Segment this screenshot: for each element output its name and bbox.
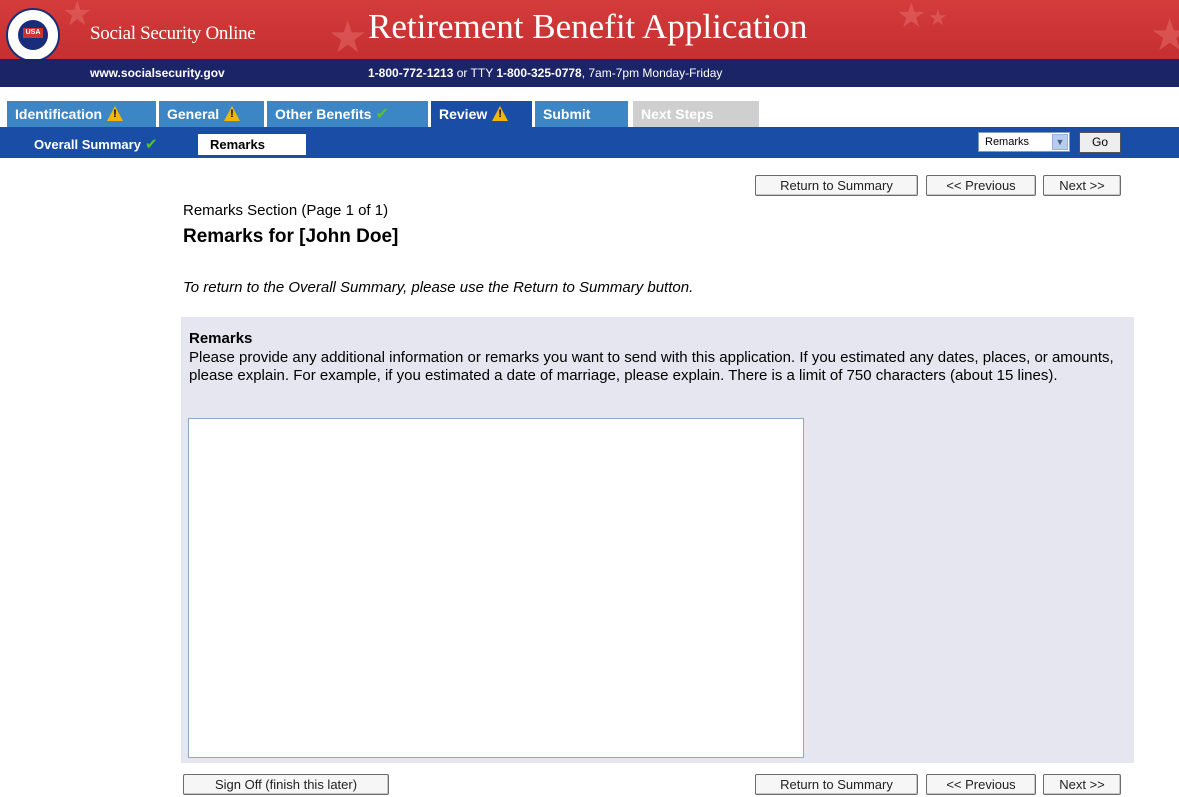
- warning-icon: [492, 106, 509, 121]
- section-page-indicator: Remarks Section (Page 1 of 1): [183, 202, 389, 219]
- warning-icon: [107, 106, 124, 121]
- tab-general[interactable]: General: [159, 101, 264, 127]
- warning-icon: [224, 106, 241, 121]
- remarks-panel: Remarks Please provide any additional in…: [181, 317, 1134, 763]
- decorative-star-icon: ★: [896, 0, 927, 36]
- next-button-bottom[interactable]: Next >>: [1043, 774, 1121, 795]
- decorative-star-icon: ★: [928, 6, 948, 31]
- tab-identification[interactable]: Identification: [7, 101, 156, 127]
- tab-label: Submit: [543, 106, 591, 122]
- overall-summary-label: Overall Summary: [34, 137, 141, 152]
- decorative-star-icon: ★: [328, 12, 368, 59]
- sign-off-button[interactable]: Sign Off (finish this later): [183, 774, 389, 795]
- previous-button-bottom[interactable]: << Previous: [926, 774, 1036, 795]
- decorative-star-icon: ★: [1150, 10, 1179, 59]
- decorative-star-icon: ★: [62, 0, 93, 34]
- previous-button-top[interactable]: << Previous: [926, 175, 1036, 196]
- tab-label: Other Benefits: [275, 106, 372, 122]
- remarks-description: Please provide any additional informatio…: [189, 349, 1114, 384]
- contact-bar: www.socialsecurity.gov 1-800-772-1213 or…: [0, 59, 1179, 87]
- remarks-label: Remarks: [189, 330, 253, 347]
- ssa-seal-logo: USA: [6, 8, 60, 59]
- phone-tty: 1-800-325-0778: [496, 66, 582, 80]
- tab-next-steps: Next Steps: [633, 101, 759, 127]
- tab-submit[interactable]: Submit: [535, 101, 628, 127]
- contact-phone: 1-800-772-1213 or TTY 1-800-325-0778, 7a…: [368, 66, 722, 80]
- subnav-remarks[interactable]: Remarks: [198, 134, 306, 155]
- return-to-summary-button-top[interactable]: Return to Summary: [755, 175, 918, 196]
- go-button[interactable]: Go: [1079, 132, 1121, 153]
- tab-label: Review: [439, 106, 488, 122]
- subnav-overall-summary[interactable]: Overall Summary ✔: [34, 135, 158, 153]
- tab-review[interactable]: Review: [431, 101, 532, 127]
- header-banner: ★ ★ ★ ★ ★ USA Social Security Online Ret…: [0, 0, 1179, 59]
- section-select[interactable]: Remarks ▼: [978, 132, 1070, 152]
- phone-primary: 1-800-772-1213: [368, 66, 454, 80]
- site-url[interactable]: www.socialsecurity.gov: [90, 66, 225, 80]
- chevron-down-icon[interactable]: ▼: [1052, 134, 1068, 150]
- tab-label: Next Steps: [641, 106, 714, 122]
- main-tabs: Identification General Other Benefits✔ R…: [0, 101, 1179, 127]
- tab-label: Identification: [15, 106, 103, 122]
- check-icon: ✔: [144, 136, 158, 153]
- app-title: Retirement Benefit Application: [368, 7, 808, 46]
- tab-label: General: [167, 106, 220, 122]
- tab-other-benefits[interactable]: Other Benefits ✔: [267, 101, 428, 127]
- phone-or-text: or TTY: [453, 66, 497, 80]
- hours-text: , 7am-7pm Monday-Friday: [581, 66, 723, 80]
- remarks-textarea[interactable]: [188, 418, 804, 758]
- seal-usa-text: USA: [23, 28, 43, 38]
- return-to-summary-button-bottom[interactable]: Return to Summary: [755, 774, 918, 795]
- instruction-text: To return to the Overall Summary, please…: [183, 279, 694, 296]
- check-icon: ✔: [375, 106, 389, 123]
- next-button-top[interactable]: Next >>: [1043, 175, 1121, 196]
- page-title: Remarks for [John Doe]: [183, 226, 399, 247]
- section-select-value: Remarks: [985, 136, 1030, 148]
- site-name[interactable]: Social Security Online: [90, 23, 256, 45]
